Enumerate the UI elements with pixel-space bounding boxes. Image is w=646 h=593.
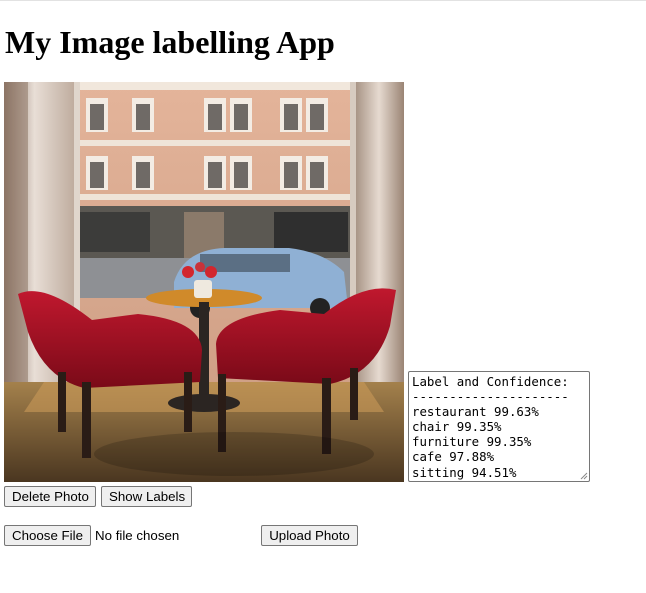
- upload-photo-button[interactable]: Upload Photo: [261, 525, 358, 546]
- top-divider: [0, 0, 646, 1]
- page-title: My Image labelling App: [5, 24, 335, 60]
- show-labels-button[interactable]: Show Labels: [101, 486, 192, 507]
- labels-textarea[interactable]: [408, 371, 590, 482]
- resize-grip-icon[interactable]: [580, 472, 588, 480]
- delete-photo-button[interactable]: Delete Photo: [4, 486, 96, 507]
- uploaded-photo: [4, 82, 404, 482]
- choose-file-button[interactable]: Choose File: [4, 525, 91, 546]
- file-status-text: No file chosen: [95, 528, 180, 543]
